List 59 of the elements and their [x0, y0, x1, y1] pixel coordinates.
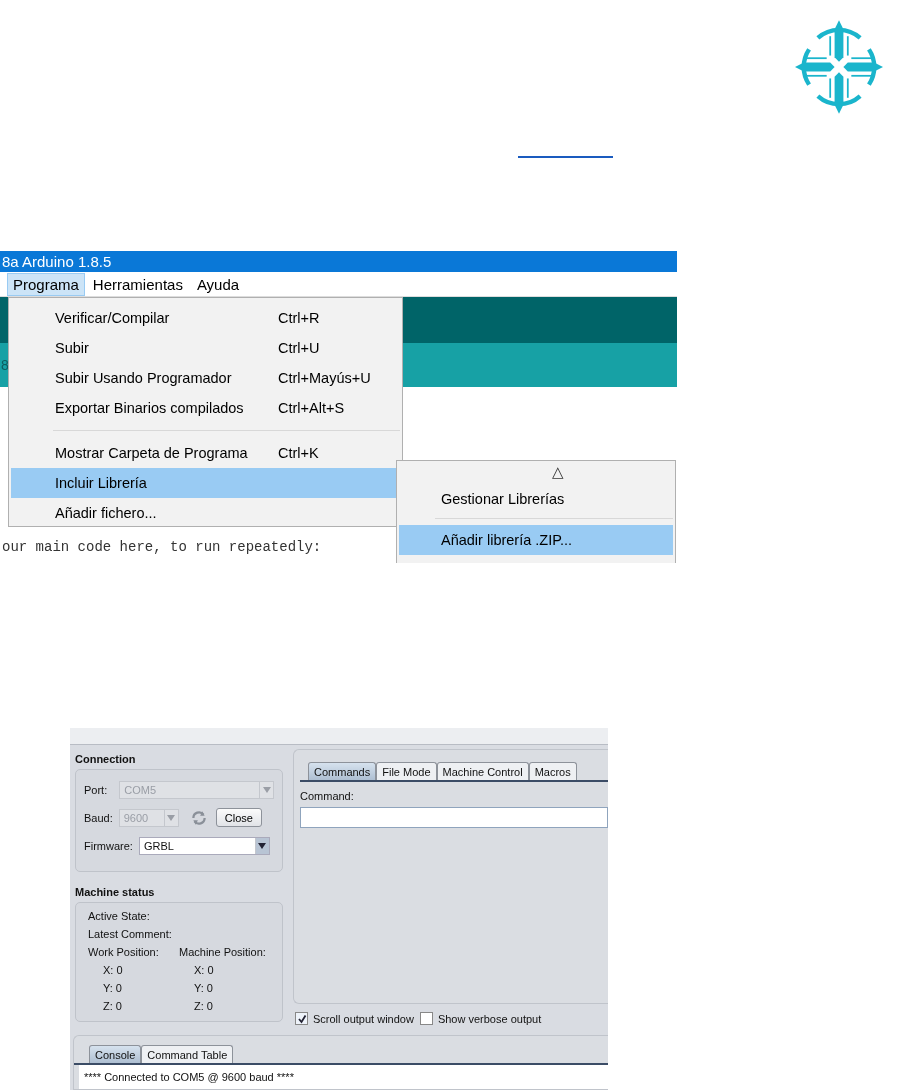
menu-item[interactable]: Verificar/Compilar Ctrl+R: [11, 303, 400, 333]
tab[interactable]: Machine Control: [436, 762, 529, 780]
caret-icon: [262, 786, 271, 793]
tab[interactable]: Command Table: [141, 1045, 234, 1063]
field-label: Command:: [300, 790, 355, 802]
position-value: Z: 0: [193, 1000, 214, 1012]
menu-item[interactable]: Subir Ctrl+U: [11, 333, 400, 363]
status-label: Latest Comment:: [88, 928, 173, 940]
field-label: Firmware:: [84, 839, 133, 852]
position-value: X: 0: [193, 964, 215, 976]
refresh-icon[interactable]: [189, 808, 208, 827]
group-title: Connection: [75, 753, 137, 765]
checkmark-icon: [296, 1013, 307, 1024]
menu-item[interactable]: Exportar Binarios compilados Ctrl+Alt+S: [11, 393, 400, 423]
group-title: Machine status: [75, 886, 156, 898]
checkbox[interactable]: Scroll output window: [295, 1012, 414, 1025]
position-value: Z: 0: [102, 1000, 123, 1012]
menu-item[interactable]: Añadir fichero...: [11, 498, 400, 528]
shortcut-label: Ctrl+R: [278, 310, 320, 326]
menu-item-label: Subir Usando Programador: [55, 370, 233, 386]
menu-item[interactable]: Subir Usando Programador Ctrl+Mayús+U: [11, 363, 400, 393]
menu-item-label: Añadir fichero...: [55, 505, 158, 521]
menu-item-label: Subir: [55, 340, 90, 356]
field-label: Port:: [84, 783, 108, 796]
caret-icon: [167, 814, 176, 821]
menu-item-label: Incluir Librería: [55, 475, 148, 491]
position-value: Y: 0: [193, 982, 214, 994]
shortcut-label: Ctrl+K: [278, 445, 319, 461]
menu-item[interactable]: Añadir librería .ZIP...: [399, 525, 673, 555]
shortcut-label: Ctrl+Alt+S: [278, 400, 345, 416]
tab[interactable]: Commands: [308, 762, 377, 780]
checkbox[interactable]: Show verbose output: [419, 1012, 542, 1025]
menu-item[interactable]: Mostrar Carpeta de Programa Ctrl+K: [11, 438, 400, 468]
firmware-dropdown[interactable]: GRBL: [138, 836, 270, 855]
caret-icon: [258, 842, 267, 849]
command-input[interactable]: [300, 807, 608, 828]
column-heading: Work Position:: [88, 946, 160, 958]
menu-bar-item[interactable]: Programa: [7, 272, 85, 296]
menu-item-label: Verificar/Compilar: [55, 310, 171, 326]
shortcut-label: Ctrl+U: [278, 340, 320, 356]
tab[interactable]: Console: [89, 1045, 142, 1063]
shortcut-label: Ctrl+Mayús+U: [278, 370, 371, 386]
tab[interactable]: Macros: [528, 762, 577, 780]
close-button[interactable]: Close: [215, 808, 262, 827]
menu-bar-item[interactable]: Herramientas: [86, 272, 189, 296]
status-label: Active State:: [88, 910, 151, 922]
scroll-up-arrow[interactable]: △: [552, 464, 564, 484]
code-line: our main code here, to run repeatedly:: [2, 539, 322, 555]
menu-item-label: Mostrar Carpeta de Programa: [55, 445, 249, 461]
menu-item-label: Exportar Binarios compilados: [55, 400, 245, 416]
menu-item[interactable]: Gestionar Librerías: [399, 484, 673, 514]
field-label: Baud:: [84, 811, 113, 824]
console-line: **** Connected to COM5 @ 9600 baud ****: [84, 1071, 294, 1083]
position-value: X: 0: [102, 964, 124, 976]
menu-bar-item[interactable]: Ayuda: [190, 272, 246, 296]
tab[interactable]: File Mode: [376, 762, 437, 780]
position-value: Y: 0: [102, 982, 123, 994]
window-title: 8a Arduino 1.8.5: [0, 251, 677, 272]
column-heading: Machine Position:: [179, 946, 267, 958]
